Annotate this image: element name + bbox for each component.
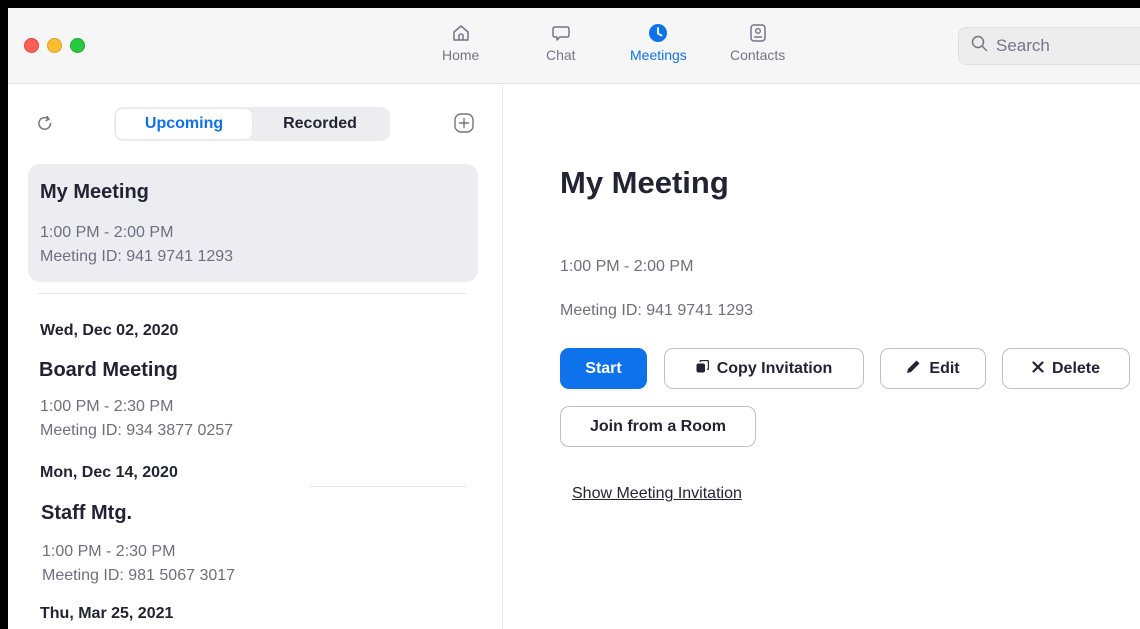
meeting-detail-pane: My Meeting 1:00 PM - 2:00 PM Meeting ID:… [504,85,1140,629]
meeting-title: Board Meeting [39,359,178,381]
nav-tab-label: Meetings [630,47,687,63]
nav-tab-label: Home [442,47,480,63]
join-from-room-label: Join from a Room [589,417,726,435]
meeting-time: 1:00 PM - 2:30 PM [42,543,176,560]
toolbar: Home Chat Meetings Contacts [8,8,1140,84]
home-icon [451,22,471,44]
nav-tab-home[interactable]: Home [442,22,479,74]
close-window-button[interactable] [24,38,39,53]
add-meeting-icon[interactable] [454,113,474,138]
chat-icon [551,22,571,44]
meetings-clock-icon [648,22,668,44]
meeting-time: 1:00 PM - 2:30 PM [40,398,174,415]
meeting-time: 1:00 PM - 2:00 PM [560,258,694,275]
meeting-list-item[interactable]: Board Meeting 1:00 PM - 2:30 PM Meeting … [28,347,478,447]
meeting-id: Meeting ID: 941 9741 1293 [560,302,754,319]
date-header: Thu, Mar 25, 2021 [40,605,174,622]
nav-tab-chat[interactable]: Chat [546,22,576,74]
divider [310,486,466,487]
nav-tab-label: Chat [546,47,576,63]
nav-tab-label: Contacts [730,47,786,63]
edit-button[interactable]: Edit [880,348,986,389]
zoom-window-button[interactable] [70,38,85,53]
refresh-icon[interactable] [36,115,54,138]
contacts-icon [748,22,768,44]
delete-button[interactable]: Delete [1002,348,1130,389]
window-controls [24,38,85,53]
search-box[interactable] [958,27,1140,65]
zoom-window: Home Chat Meetings Contacts Search Upcom… [8,8,1140,629]
start-button[interactable]: Start [560,348,647,389]
copy-icon [696,359,709,378]
divider [38,293,466,294]
close-icon [1032,360,1044,378]
meeting-title: Staff Mtg. [41,502,133,524]
search-input[interactable] [996,36,1140,56]
start-button-label: Start [585,359,622,377]
minimize-window-button[interactable] [47,38,62,53]
date-header: Mon, Dec 14, 2020 [40,464,178,481]
meetings-sidebar: Upcoming Recorded My Meeting 1:00 PM - 2… [8,85,503,629]
meeting-id: Meeting ID: 941 9741 1293 [40,248,234,265]
delete-label: Delete [1051,359,1101,377]
show-meeting-invitation-link[interactable]: Show Meeting Invitation [572,485,742,503]
meeting-time: 1:00 PM - 2:00 PM [40,224,174,241]
nav-tab-contacts[interactable]: Contacts [730,22,785,74]
meeting-list-item[interactable]: Staff Mtg. 1:00 PM - 2:30 PM Meeting ID:… [28,489,478,593]
nav-tab-meetings[interactable]: Meetings [630,22,687,74]
date-header: Wed, Dec 02, 2020 [40,322,179,339]
meeting-id: Meeting ID: 934 3877 0257 [40,422,234,439]
tab-recorded[interactable]: Recorded [252,109,388,139]
copy-invitation-button[interactable]: Copy Invitation [664,348,864,389]
page-title: My Meeting [560,165,729,200]
join-from-room-button[interactable]: Join from a Room [560,406,756,447]
pencil-icon [906,359,921,379]
copy-invitation-label: Copy Invitation [716,359,833,377]
edit-label: Edit [929,359,960,377]
meeting-id: Meeting ID: 981 5067 3017 [42,567,236,584]
tab-upcoming[interactable]: Upcoming [116,109,252,139]
upcoming-recorded-toggle: Upcoming Recorded [114,107,390,141]
search-icon [971,35,988,57]
meeting-title: My Meeting [40,181,149,203]
meeting-list-item[interactable]: My Meeting 1:00 PM - 2:00 PM Meeting ID:… [28,164,478,282]
